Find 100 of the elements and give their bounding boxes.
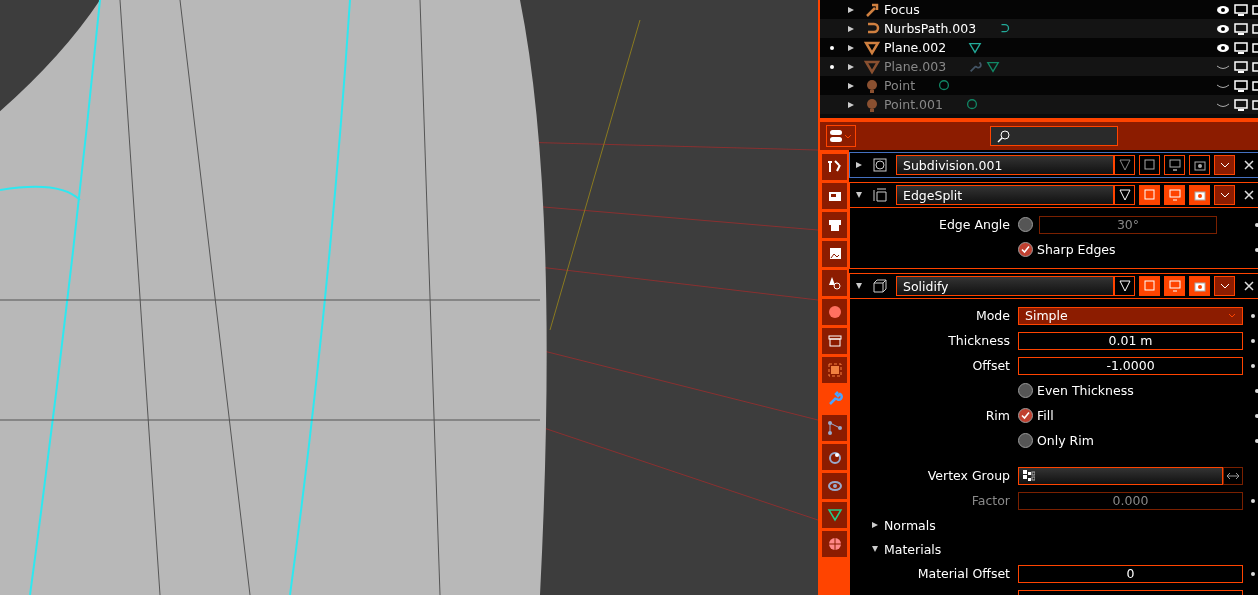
checkbox-label[interactable]: Fill bbox=[1037, 408, 1054, 423]
monitor-icon bbox=[1168, 189, 1181, 201]
edit-cage-toggle[interactable] bbox=[1114, 276, 1135, 296]
viewport-toggle[interactable] bbox=[1164, 155, 1185, 175]
monitor-icon bbox=[1168, 159, 1181, 171]
expand-arrow-icon[interactable] bbox=[848, 63, 854, 70]
properties-tab[interactable] bbox=[822, 415, 847, 441]
keyframe-dot[interactable] bbox=[1255, 222, 1258, 227]
properties-tab[interactable] bbox=[822, 241, 847, 267]
expand-arrow-icon[interactable] bbox=[848, 101, 854, 108]
properties-tab[interactable] bbox=[822, 444, 847, 470]
expand-arrow-icon[interactable] bbox=[848, 25, 854, 32]
vertex-group-field[interactable] bbox=[1018, 466, 1223, 485]
monitor-icon[interactable] bbox=[1234, 60, 1248, 73]
render-toggle[interactable] bbox=[1189, 185, 1210, 205]
search-icon bbox=[997, 129, 1011, 143]
object-name[interactable]: Plane.003 bbox=[884, 59, 947, 74]
keyframe-dot[interactable] bbox=[1251, 498, 1255, 503]
checkbox[interactable] bbox=[1018, 433, 1033, 448]
properties-tab[interactable] bbox=[822, 154, 847, 180]
modifier-name-field[interactable]: EdgeSplit bbox=[896, 185, 1114, 205]
monitor-icon[interactable] bbox=[1234, 22, 1248, 35]
triangle-mesh-icon bbox=[826, 507, 843, 523]
render-toggle[interactable] bbox=[1189, 155, 1210, 175]
properties-tab[interactable] bbox=[822, 473, 847, 499]
camera-icon[interactable] bbox=[1252, 41, 1258, 54]
object-name[interactable]: Plane.002 bbox=[884, 40, 947, 55]
keyframe-dot[interactable] bbox=[1255, 438, 1258, 443]
dropdown-toggle[interactable] bbox=[1214, 155, 1235, 175]
keyframe-dot[interactable] bbox=[1251, 363, 1255, 368]
object-name[interactable]: Focus bbox=[884, 2, 920, 17]
light-data-icon bbox=[964, 97, 979, 112]
keyframe-dot[interactable] bbox=[1251, 313, 1255, 318]
edit-cage-toggle[interactable] bbox=[1114, 155, 1135, 175]
object-name[interactable]: Point bbox=[884, 78, 916, 93]
checkbox-label[interactable]: Only Rim bbox=[1037, 433, 1094, 448]
expand-arrow-icon[interactable] bbox=[848, 44, 854, 51]
modifier-type-icon bbox=[872, 187, 888, 203]
monitor-icon[interactable] bbox=[1234, 79, 1248, 92]
keyframe-dot[interactable] bbox=[1255, 247, 1258, 252]
camera-icon[interactable] bbox=[1252, 22, 1258, 35]
expand-arrow-icon[interactable] bbox=[848, 6, 854, 13]
keyframe-dot[interactable] bbox=[1251, 338, 1255, 343]
eye-icon[interactable] bbox=[1216, 41, 1230, 54]
expand-arrow-icon[interactable] bbox=[856, 192, 862, 198]
expand-arrow-icon[interactable] bbox=[872, 546, 878, 552]
checkbox-label[interactable]: Even Thickness bbox=[1037, 383, 1134, 398]
monitor-icon[interactable] bbox=[1234, 98, 1248, 111]
monitor-icon[interactable] bbox=[1234, 41, 1248, 54]
dropdown-toggle[interactable] bbox=[1214, 185, 1235, 205]
object-name[interactable]: NurbsPath.003 bbox=[884, 21, 977, 36]
expand-arrow-icon[interactable] bbox=[856, 162, 862, 168]
monitor-icon[interactable] bbox=[1234, 3, 1248, 16]
camera-icon[interactable] bbox=[1252, 3, 1258, 16]
editor-type-button[interactable] bbox=[826, 125, 856, 147]
mode-dropdown[interactable]: Simple bbox=[1018, 306, 1243, 325]
checkbox-label[interactable]: Sharp Edges bbox=[1037, 242, 1116, 257]
triangle-icon bbox=[1118, 189, 1131, 201]
edit-cage-toggle[interactable] bbox=[1114, 185, 1135, 205]
properties-tab[interactable] bbox=[822, 183, 847, 209]
expand-arrow-icon[interactable] bbox=[848, 82, 854, 89]
edit-mode-toggle[interactable] bbox=[1139, 185, 1160, 205]
subpanel-title[interactable]: Materials bbox=[884, 541, 942, 557]
expand-arrow-icon[interactable] bbox=[856, 283, 862, 289]
viewport-toggle[interactable] bbox=[1164, 276, 1185, 296]
keyframe-dot[interactable] bbox=[1255, 413, 1258, 418]
printer-icon bbox=[826, 217, 843, 233]
modifier-name-field[interactable]: Solidify bbox=[896, 276, 1114, 296]
number-field[interactable]: 0.01 m bbox=[1018, 331, 1243, 350]
keyframe-dot[interactable] bbox=[1255, 388, 1258, 393]
viewport-toggle[interactable] bbox=[1164, 185, 1185, 205]
checkbox[interactable] bbox=[1018, 242, 1033, 257]
camera-icon[interactable] bbox=[1252, 60, 1258, 73]
render-toggle[interactable] bbox=[1189, 276, 1210, 296]
object-name[interactable]: Point.001 bbox=[884, 97, 943, 112]
modifier-name-field[interactable]: Subdivision.001 bbox=[896, 155, 1114, 175]
camera-icon[interactable] bbox=[1252, 98, 1258, 111]
search-field[interactable] bbox=[990, 126, 1118, 146]
edit-mode-toggle[interactable] bbox=[1139, 155, 1160, 175]
subpanel-title[interactable]: Normals bbox=[884, 517, 936, 533]
properties-tab[interactable] bbox=[822, 531, 847, 557]
dropdown-toggle[interactable] bbox=[1214, 276, 1235, 296]
checkbox[interactable] bbox=[1018, 217, 1033, 232]
keyframe-dot[interactable] bbox=[1251, 571, 1255, 576]
invert-toggle[interactable] bbox=[1223, 466, 1243, 485]
number-field[interactable]: -1.0000 bbox=[1018, 356, 1243, 375]
properties-tab[interactable] bbox=[822, 270, 847, 296]
eye-icon[interactable] bbox=[1216, 22, 1230, 35]
angle-field[interactable]: 30° bbox=[1039, 215, 1217, 234]
camera-icon[interactable] bbox=[1252, 79, 1258, 92]
properties-tab[interactable] bbox=[822, 502, 847, 528]
checkbox[interactable] bbox=[1018, 383, 1033, 398]
checkbox[interactable] bbox=[1018, 408, 1033, 423]
eye-icon[interactable] bbox=[1216, 3, 1230, 16]
number-field[interactable]: 0 bbox=[1018, 564, 1243, 583]
viewport-drawing[interactable] bbox=[0, 0, 818, 595]
edit-mode-toggle[interactable] bbox=[1139, 276, 1160, 296]
properties-tab[interactable] bbox=[822, 328, 847, 354]
properties-tab[interactable] bbox=[822, 212, 847, 238]
expand-arrow-icon[interactable] bbox=[872, 522, 878, 528]
